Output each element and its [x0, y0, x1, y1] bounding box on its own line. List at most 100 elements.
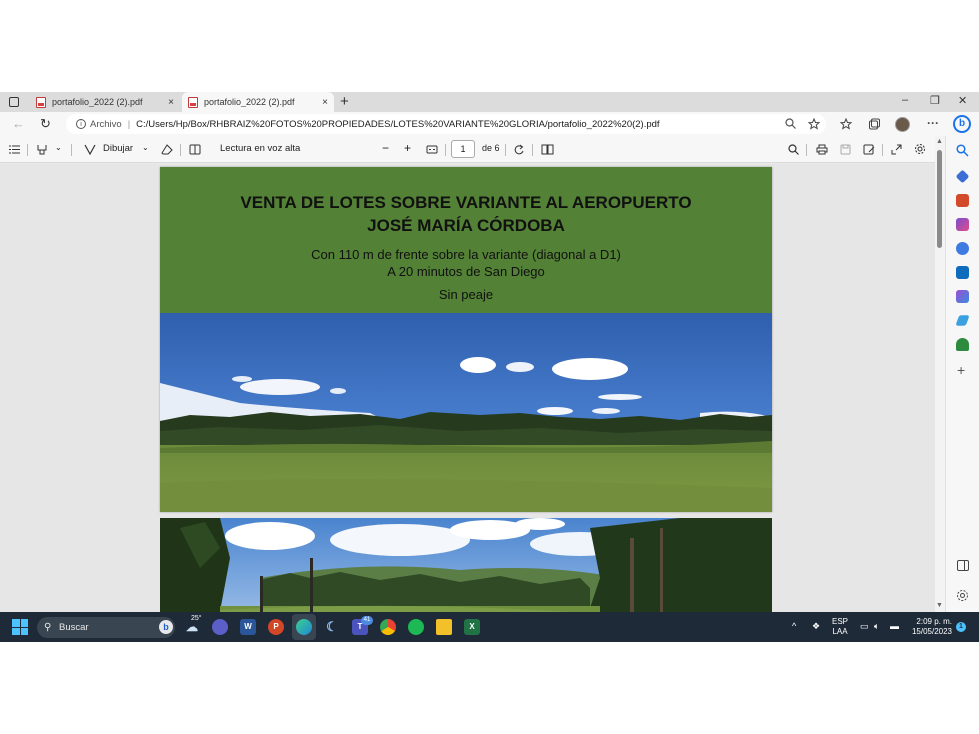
site-label: Archivo — [90, 118, 122, 130]
scroll-up-icon[interactable]: ▲ — [936, 138, 943, 145]
tab-inactive[interactable]: portafolio_2022 (2).pdf × — [30, 92, 180, 112]
search-icon[interactable] — [956, 144, 969, 157]
settings-gear-icon[interactable] — [914, 143, 926, 155]
eraser-icon[interactable] — [161, 144, 173, 155]
more-icon[interactable]: ··· — [927, 116, 939, 130]
close-window-button[interactable]: ✕ — [958, 94, 967, 107]
search-icon: ⚲ — [44, 622, 52, 633]
back-button[interactable]: ← — [12, 116, 25, 131]
toolbar-divider — [882, 144, 883, 156]
tab-actions-icon[interactable] — [9, 97, 19, 107]
chevron-up-icon[interactable]: ^ — [792, 621, 796, 631]
settings-gear-icon[interactable] — [956, 589, 969, 602]
tab-label: portafolio_2022 (2).pdf — [52, 97, 143, 107]
excel-icon[interactable]: X — [464, 619, 480, 635]
file-explorer-icon[interactable] — [436, 619, 452, 635]
url-text[interactable]: C:/Users/Hp/Box/RHBRAIZ%20FOTOS%20PROPIE… — [136, 119, 659, 130]
search-icon[interactable] — [788, 144, 799, 155]
page-view-icon[interactable] — [189, 144, 201, 155]
teams-badge: 41 — [361, 616, 373, 625]
zoom-in-button[interactable]: + — [404, 141, 411, 155]
office-icon[interactable] — [956, 242, 969, 255]
tab-strip: portafolio_2022 (2).pdf × portafolio_202… — [0, 92, 979, 112]
tab-close-button[interactable]: × — [322, 97, 328, 108]
zoom-out-button[interactable]: − — [382, 141, 389, 155]
favorite-add-icon[interactable] — [808, 118, 820, 130]
windows-taskbar: ⚲ Buscar b ☁ 25° W P ☾ T 41 X ^ ❖ ESP LA… — [0, 612, 979, 642]
profile-avatar[interactable] — [895, 117, 910, 132]
shopping-tag-icon[interactable] — [955, 169, 970, 184]
language-indicator[interactable]: ESP LAA — [832, 617, 848, 637]
outlook-icon[interactable] — [956, 266, 969, 279]
network-icon[interactable]: ▭ — [860, 621, 869, 631]
dropbox-icon[interactable]: ❖ — [812, 621, 820, 631]
battery-icon[interactable]: ▬ — [890, 621, 899, 631]
toll-text: Sin peaje — [438, 287, 494, 302]
tab-active[interactable]: portafolio_2022 (2).pdf × — [182, 92, 334, 112]
snipping-icon[interactable]: ☾ — [324, 619, 340, 635]
pdf-viewport[interactable]: VENTA DE LOTES SOBRE VARIANTE AL AEROPUE… — [0, 164, 935, 612]
print-icon[interactable] — [816, 144, 828, 155]
restore-button[interactable]: ❐ — [930, 94, 940, 107]
rotate-icon[interactable] — [513, 144, 525, 155]
teams-chat-icon[interactable] — [212, 619, 228, 635]
pdf-file-icon — [36, 96, 46, 108]
page-total: de 6 — [482, 143, 500, 153]
address-separator: | — [127, 118, 131, 130]
refresh-button[interactable]: ↻ — [40, 116, 51, 132]
chevron-down-icon[interactable]: ⌄ — [55, 143, 62, 152]
save-icon[interactable] — [840, 144, 851, 155]
address-bar[interactable]: i Archivo | C:/Users/Hp/Box/RHBRAIZ%20FO… — [66, 114, 826, 134]
scrollbar-thumb[interactable] — [937, 150, 942, 248]
fullscreen-icon[interactable] — [891, 144, 902, 155]
favorites-icon[interactable] — [840, 118, 852, 130]
draw-button[interactable]: Dibujar — [103, 143, 133, 154]
designer-icon[interactable] — [956, 290, 969, 303]
tab-close-button[interactable]: × — [168, 97, 174, 108]
contents-icon[interactable] — [9, 145, 20, 154]
save-as-icon[interactable] — [863, 144, 875, 155]
address-bar-row: ← ↻ i Archivo | C:/Users/Hp/Box/RHBRAIZ%… — [0, 112, 979, 136]
sidebar-toggle-icon[interactable] — [957, 560, 969, 571]
add-icon[interactable]: + — [957, 362, 965, 378]
powerpoint-icon[interactable]: P — [268, 619, 284, 635]
panorama-photo-2 — [160, 518, 772, 612]
toolbar-divider — [27, 144, 28, 156]
minimize-button[interactable]: – — [902, 94, 908, 106]
page-number-input[interactable]: 1 — [451, 140, 475, 158]
panorama-photo-1 — [160, 313, 772, 512]
clock[interactable]: 2:09 p. m. 15/05/2023 — [908, 617, 952, 637]
chrome-icon[interactable] — [380, 619, 396, 635]
toolbar-divider — [505, 144, 506, 156]
draw-icon[interactable] — [84, 144, 96, 155]
new-tab-button[interactable]: + — [340, 93, 349, 110]
toolbar-divider — [532, 144, 533, 156]
bing-copilot-icon[interactable]: b — [953, 115, 971, 133]
send-icon[interactable] — [955, 315, 970, 326]
spotify-icon[interactable] — [408, 619, 424, 635]
games-icon[interactable] — [956, 218, 969, 231]
tree-icon[interactable] — [956, 338, 969, 351]
pdf-toolbar: ⌄ Dibujar ⌄ Lectura en voz alta − + 1 de… — [0, 136, 935, 163]
volume-icon[interactable]: 🔈︎ — [874, 621, 879, 631]
scroll-down-icon[interactable]: ▼ — [936, 602, 943, 609]
two-page-icon[interactable] — [541, 144, 554, 155]
clock-date: 15/05/2023 — [911, 627, 952, 636]
taskbar-search[interactable]: ⚲ Buscar b — [37, 617, 175, 638]
edge-icon[interactable] — [296, 619, 312, 635]
read-aloud-button[interactable]: Lectura en voz alta — [220, 143, 300, 154]
collections-icon[interactable] — [868, 118, 880, 130]
distance-text: A 20 minutos de San Diego — [387, 264, 545, 279]
vertical-scrollbar[interactable]: ▲ ▼ — [935, 136, 945, 612]
zoom-icon[interactable] — [785, 118, 796, 129]
notification-badge[interactable]: 1 — [956, 622, 966, 632]
document-title-line2: JOSÉ MARÍA CÓRDOBA — [367, 216, 565, 235]
windows-start-icon[interactable] — [12, 619, 28, 635]
highlight-icon[interactable] — [36, 144, 48, 155]
chevron-down-icon[interactable]: ⌄ — [142, 143, 149, 152]
word-icon[interactable]: W — [240, 619, 256, 635]
fit-page-icon[interactable] — [426, 144, 438, 155]
tools-icon[interactable] — [956, 194, 969, 207]
language-top: ESP — [832, 617, 849, 626]
info-icon[interactable]: i — [76, 119, 86, 129]
